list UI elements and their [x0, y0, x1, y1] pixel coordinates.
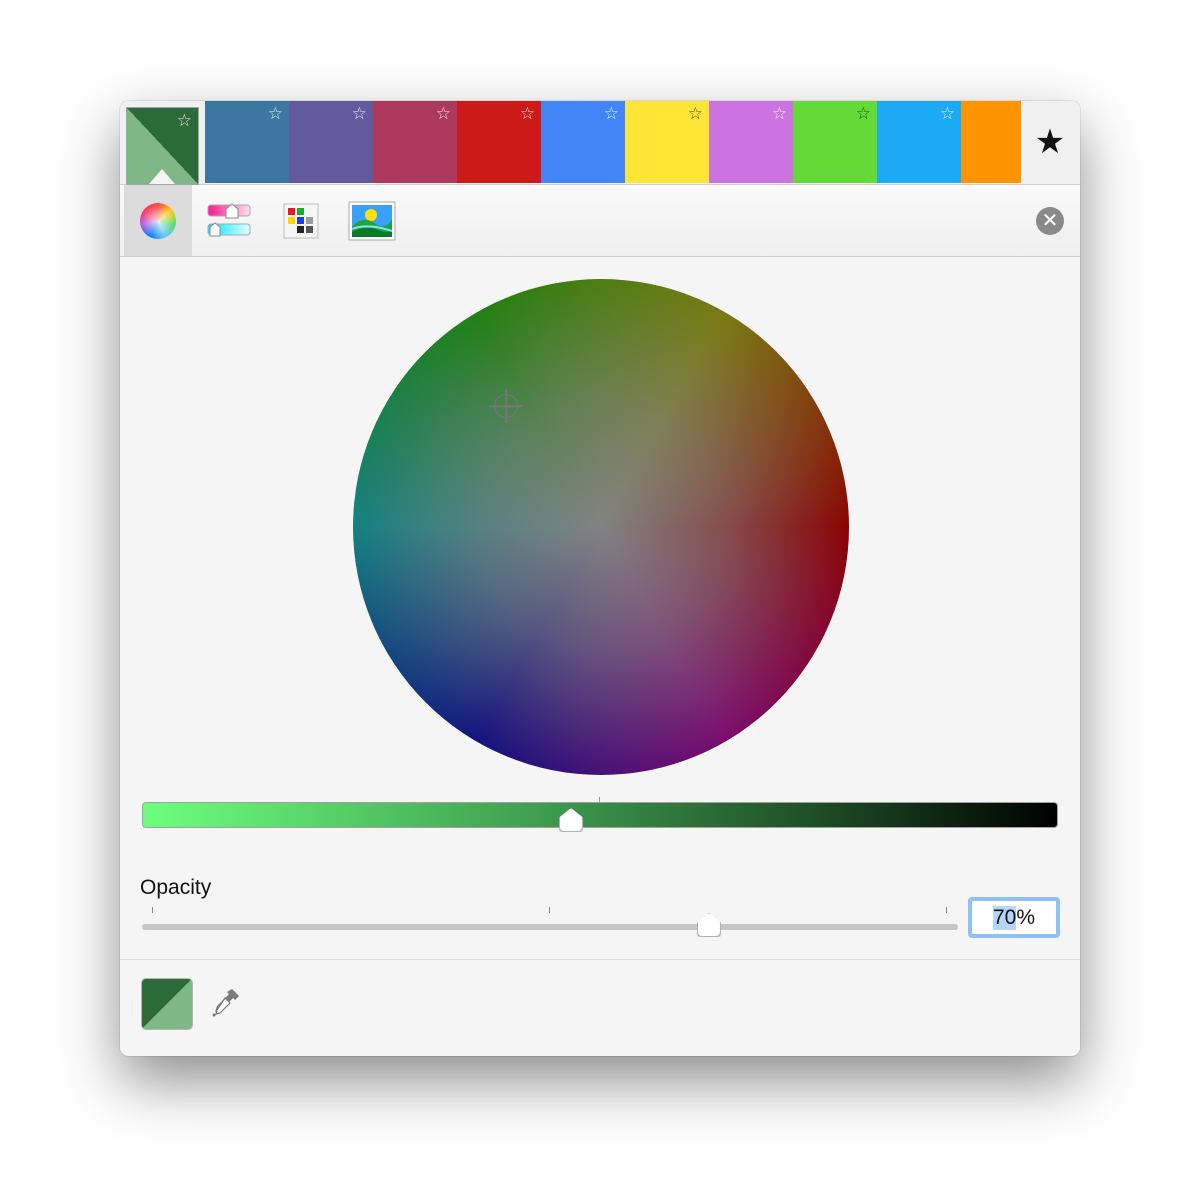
opacity-slider[interactable] — [142, 924, 958, 930]
favorite-swatch[interactable]: ☆ — [877, 101, 961, 183]
favorite-swatch[interactable]: ☆ — [541, 101, 625, 183]
close-icon[interactable]: ✕ — [1036, 207, 1064, 235]
star-icon[interactable]: ☆ — [604, 105, 619, 122]
color-sliders-icon — [207, 202, 251, 236]
toolbar: ✕ — [120, 185, 1080, 257]
star-icon[interactable]: ☆ — [520, 105, 535, 122]
opacity-field[interactable]: 70% — [968, 897, 1060, 938]
tab-color-sliders[interactable] — [196, 185, 264, 256]
color-palettes-icon — [283, 203, 319, 238]
star-icon[interactable]: ☆ — [856, 105, 871, 122]
image-palettes-icon — [348, 201, 396, 240]
opacity-field-selected-text: 70 — [992, 905, 1017, 930]
star-icon[interactable]: ☆ — [268, 105, 283, 122]
eyedropper-icon[interactable] — [207, 985, 243, 1021]
opacity-field-suffix: % — [1016, 905, 1036, 929]
current-swatch-pointer — [149, 169, 175, 184]
star-icon[interactable]: ☆ — [436, 105, 451, 122]
brightness-slider[interactable] — [142, 802, 1058, 828]
bottom-separator — [120, 959, 1080, 960]
star-icon[interactable]: ☆ — [688, 105, 703, 122]
favorite-swatch[interactable]: ☆ — [205, 101, 289, 183]
star-icon[interactable]: ☆ — [352, 105, 367, 122]
tab-image-palettes[interactable] — [338, 185, 406, 256]
tab-color-palettes[interactable] — [267, 185, 335, 256]
opacity-label: Opacity — [140, 876, 212, 899]
favorite-swatch[interactable]: ☆ — [709, 101, 793, 183]
opacity-slider-knob[interactable] — [697, 913, 721, 937]
star-icon[interactable]: ☆ — [940, 105, 955, 122]
color-picker-window: ☆ ☆ ☆ ☆ ☆ ☆ ☆ ☆ ☆ ☆ ★ ✕ Opacity 70 % — [120, 101, 1080, 1056]
favorite-swatch[interactable]: ☆ — [289, 101, 373, 183]
color-wheel-crosshair[interactable] — [494, 394, 518, 418]
color-wheel[interactable] — [353, 279, 849, 775]
star-icon[interactable]: ☆ — [772, 105, 787, 122]
color-wheel-icon — [140, 202, 176, 239]
opacity-tick — [946, 907, 947, 913]
star-icon[interactable]: ☆ — [177, 112, 192, 129]
opacity-tick — [152, 907, 153, 913]
opacity-tick — [549, 907, 550, 913]
favorite-swatch[interactable]: ☆ — [373, 101, 457, 183]
current-color-well[interactable] — [141, 978, 193, 1030]
favorite-swatch[interactable]: ☆ — [457, 101, 541, 183]
favorite-swatch[interactable] — [961, 101, 1021, 183]
favorite-swatch[interactable]: ☆ — [793, 101, 877, 183]
tab-color-wheel[interactable] — [124, 185, 192, 256]
add-favorite-star-icon[interactable]: ★ — [1020, 101, 1080, 183]
favorite-swatch[interactable]: ☆ — [625, 101, 709, 183]
favorites-strip: ☆ ☆ ☆ ☆ ☆ ☆ ☆ ☆ ☆ ☆ ★ — [120, 101, 1080, 185]
